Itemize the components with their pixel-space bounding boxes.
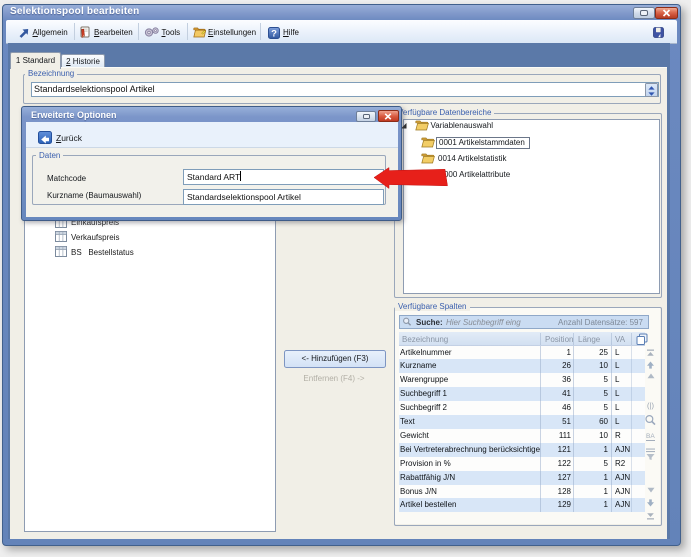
svg-text:?: ?: [271, 28, 277, 39]
